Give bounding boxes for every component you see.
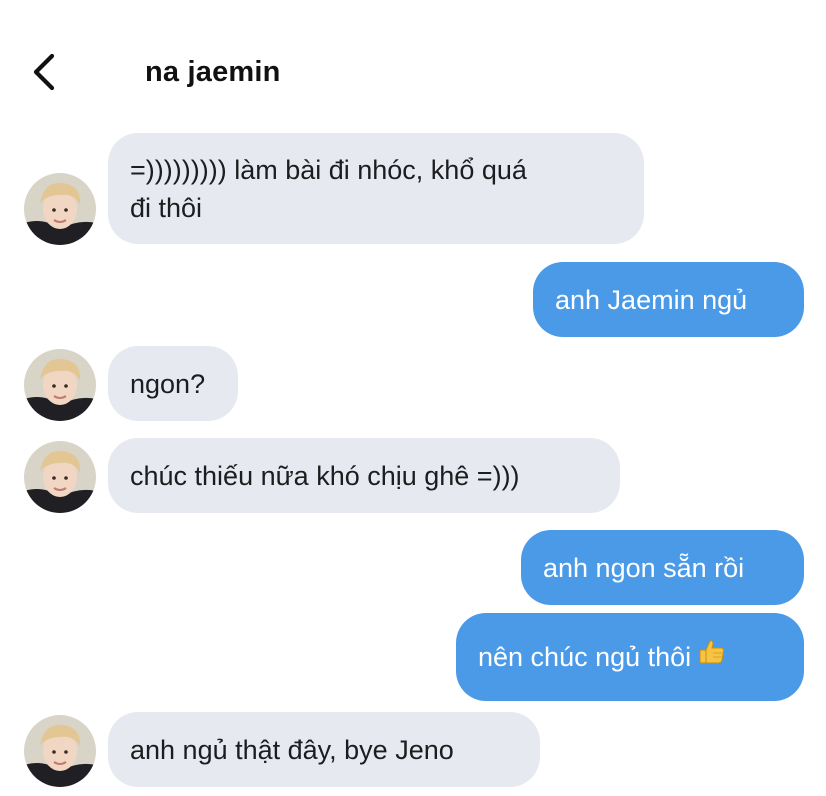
chat-header: na jaemin — [0, 0, 826, 120]
thumbs-up-icon — [697, 637, 727, 677]
avatar[interactable] — [24, 173, 96, 245]
avatar-icon — [24, 441, 96, 513]
chevron-left-icon — [22, 48, 66, 96]
message-bubble-outgoing[interactable]: anh ngon sẵn rồi — [521, 530, 804, 605]
message-text: anh ngon sẵn rồi — [543, 552, 745, 583]
avatar[interactable] — [24, 441, 96, 513]
avatar-icon — [24, 715, 96, 787]
message-bubble-outgoing[interactable]: nên chúc ngủ thôi — [456, 613, 804, 701]
message-bubble-incoming[interactable]: chúc thiếu nữa khó chịu ghê =))) — [108, 438, 620, 513]
message-text: =))))))))) làm bài đi nhóc, khổ quá đi t… — [130, 154, 527, 223]
message-text: anh ngủ thật đây, bye Jeno — [130, 734, 454, 765]
avatar-icon — [24, 173, 96, 245]
message-bubble-incoming[interactable]: ngon? — [108, 346, 238, 421]
contact-name[interactable]: na jaemin — [145, 52, 281, 92]
message-bubble-incoming[interactable]: anh ngủ thật đây, bye Jeno — [108, 712, 540, 787]
back-button[interactable] — [22, 48, 66, 96]
avatar[interactable] — [24, 715, 96, 787]
message-bubble-incoming[interactable]: =))))))))) làm bài đi nhóc, khổ quá đi t… — [108, 133, 644, 244]
avatar[interactable] — [24, 349, 96, 421]
message-text: chúc thiếu nữa khó chịu ghê =))) — [130, 460, 520, 491]
message-text: anh Jaemin ngủ — [555, 284, 748, 315]
message-text: nên chúc ngủ thôi — [478, 642, 692, 672]
avatar-icon — [24, 349, 96, 421]
message-text: ngon? — [130, 368, 206, 399]
message-bubble-outgoing[interactable]: anh Jaemin ngủ — [533, 262, 804, 337]
